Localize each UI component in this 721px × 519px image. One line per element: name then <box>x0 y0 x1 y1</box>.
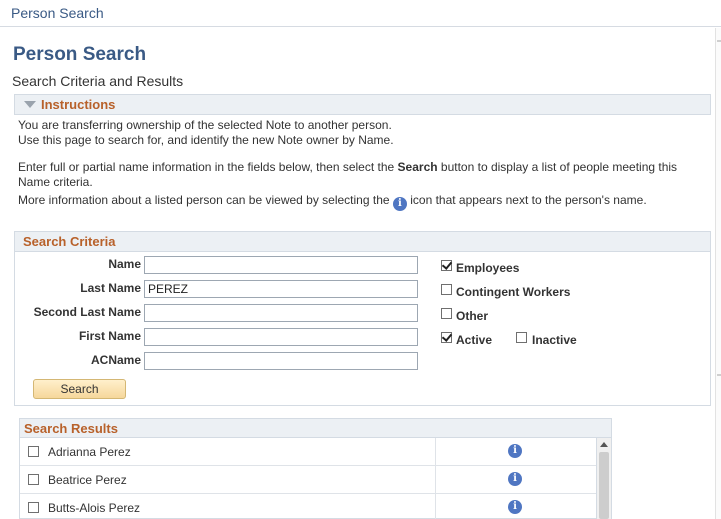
contingent-workers-checkbox[interactable] <box>441 284 452 295</box>
results-scrollbar[interactable] <box>596 438 611 519</box>
acname-label: ACName <box>90 353 141 367</box>
active-checkbox[interactable] <box>441 332 452 343</box>
instructions-line-5-post: icon that appears next to the person's n… <box>406 193 647 207</box>
instructions-line-4: Name criteria. <box>18 175 93 189</box>
person-name: Beatrice Perez <box>48 473 127 487</box>
instructions-search-word: Search <box>397 160 438 174</box>
page-title: Person Search <box>13 44 147 65</box>
search-results-header: Search Results <box>20 419 611 438</box>
instructions-title: Instructions <box>41 97 116 112</box>
person-name: Butts-Alois Perez <box>48 501 141 515</box>
column-divider <box>435 494 436 519</box>
instructions-line-3-pre: Enter full or partial name information i… <box>18 160 398 174</box>
collapse-triangle-icon[interactable] <box>24 101 36 108</box>
active-label: Active <box>456 333 493 347</box>
instructions-header[interactable]: Instructions <box>14 94 711 115</box>
second-last-name-label: Second Last Name <box>33 305 141 319</box>
instructions-line-1: You are transferring ownership of the se… <box>18 118 392 132</box>
table-row[interactable]: Beatrice Perez i <box>20 466 596 494</box>
info-icon: i <box>392 197 407 211</box>
search-criteria-title: Search Criteria <box>23 234 116 249</box>
window-title-bar: Person Search <box>0 0 721 27</box>
instructions-line-5: More information about a listed person c… <box>18 193 647 211</box>
acname-input[interactable] <box>144 352 418 370</box>
row-checkbox[interactable] <box>28 446 39 457</box>
column-divider <box>435 438 436 466</box>
instructions-line-2: Use this page to search for, and identif… <box>18 133 394 147</box>
employees-checkbox[interactable] <box>441 260 452 271</box>
contingent-workers-label: Contingent Workers <box>456 285 571 299</box>
search-results-grid: Search Results Adrianna Perez i Beatrice… <box>19 418 612 519</box>
window-title: Person Search <box>11 5 104 21</box>
search-results-title: Search Results <box>24 421 118 436</box>
scroll-up-arrow-icon[interactable] <box>600 442 608 447</box>
info-icon[interactable]: i <box>508 500 522 514</box>
second-last-name-input[interactable] <box>144 304 418 322</box>
first-name-input[interactable] <box>144 328 418 346</box>
scrollbar-mark <box>717 40 721 42</box>
page-scrollbar[interactable] <box>715 28 721 519</box>
person-name: Adrianna Perez <box>48 445 131 459</box>
first-name-label: First Name <box>78 329 141 343</box>
name-input[interactable] <box>144 256 418 274</box>
info-icon[interactable]: i <box>508 472 522 486</box>
info-icon[interactable]: i <box>508 444 522 458</box>
instructions-line-5-pre: More information about a listed person c… <box>18 193 393 207</box>
last-name-input[interactable] <box>144 280 418 298</box>
search-criteria-header: Search Criteria <box>14 231 711 252</box>
table-row[interactable]: Butts-Alois Perez i <box>20 494 596 519</box>
table-row[interactable]: Adrianna Perez i <box>20 438 596 466</box>
scrollbar-thumb[interactable] <box>599 452 609 519</box>
name-label: Name <box>108 257 141 271</box>
row-checkbox[interactable] <box>28 474 39 485</box>
scrollbar-mark <box>717 374 721 376</box>
employees-label: Employees <box>456 261 520 275</box>
column-divider <box>435 466 436 494</box>
other-label: Other <box>456 309 489 323</box>
inactive-label: Inactive <box>532 333 577 347</box>
instructions-line-3-post: button to display a list of people meeti… <box>437 160 678 174</box>
page-subtitle: Search Criteria and Results <box>12 73 184 89</box>
instructions-line-3: Enter full or partial name information i… <box>18 160 677 174</box>
inactive-checkbox[interactable] <box>516 332 527 343</box>
row-checkbox[interactable] <box>28 502 39 513</box>
other-checkbox[interactable] <box>441 308 452 319</box>
search-button[interactable]: Search <box>33 379 126 399</box>
last-name-label: Last Name <box>80 281 141 295</box>
